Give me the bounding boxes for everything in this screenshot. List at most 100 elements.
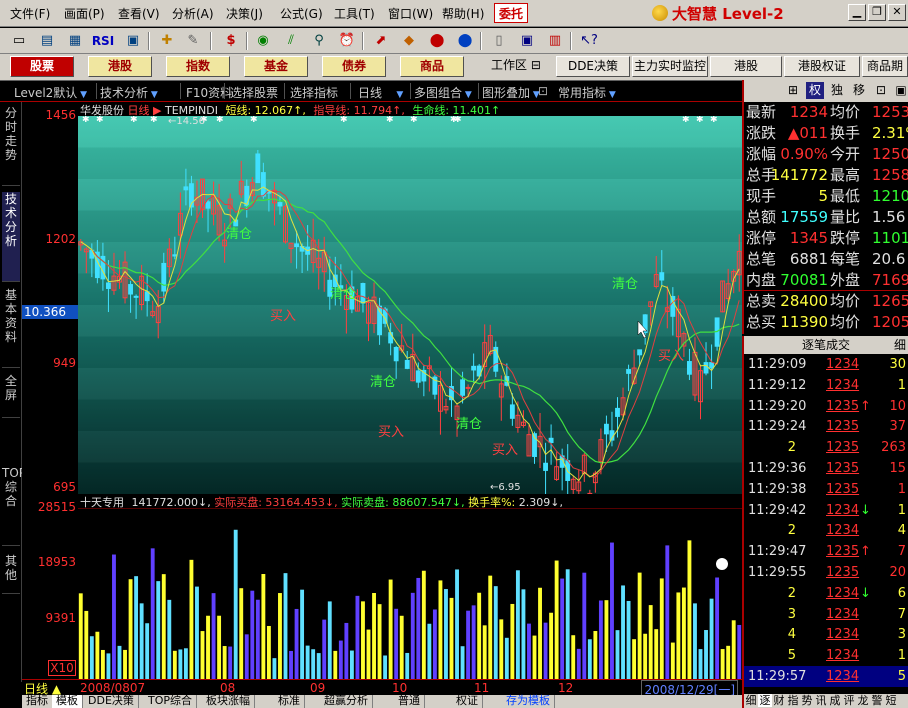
multi-chart-menu[interactable]: 多图组合 ▼ <box>414 84 472 101</box>
overlay-menu[interactable]: 图形叠加 ▼ <box>482 84 540 101</box>
hk-stock-button[interactable]: 港股 <box>710 56 782 77</box>
tick-row[interactable]: 3 1234 7 <box>744 604 908 625</box>
tab-super-win[interactable]: 超赢分析 <box>320 695 373 708</box>
f10-info-button[interactable]: F10资料 <box>186 84 232 101</box>
quote-tab-restore[interactable]: ⊡ <box>872 82 890 99</box>
window-icon[interactable]: ▣ <box>516 31 538 51</box>
tick-row[interactable]: 2 1235 263 <box>744 437 908 458</box>
kline-icon[interactable]: ▤ <box>36 31 58 51</box>
indicator-icon[interactable]: ◉ <box>252 31 274 51</box>
tick-row[interactable]: 4 1234 3 <box>744 624 908 645</box>
tab-other[interactable]: 其他 <box>2 554 20 594</box>
tick-row[interactable]: 11:29:12 1234 1 <box>744 375 908 396</box>
workspace-dropdown-icon[interactable]: ⊟ <box>531 58 541 72</box>
market-index-button[interactable]: 指数 <box>166 56 230 77</box>
tab-fullscreen[interactable]: 全屏 <box>2 374 20 418</box>
tick-row[interactable]: 5 1234 1 <box>744 645 908 666</box>
workspace-label[interactable]: 工作区 ⊟ <box>478 56 554 77</box>
tab-template[interactable]: 模板 <box>52 695 83 708</box>
market-commodity-button[interactable]: 商品 <box>400 56 464 77</box>
right-bottom-tab[interactable]: 讯 <box>814 694 828 707</box>
window-icon[interactable]: ▣ <box>122 31 144 51</box>
tab-standard[interactable]: 标准 <box>274 695 305 708</box>
tick-row[interactable]: 11:29:38 1235 1 <box>744 479 908 500</box>
tab-top-overview[interactable]: TOP综合 <box>144 695 198 708</box>
tab-indicator[interactable]: 指标 <box>22 695 53 708</box>
signal-icon[interactable]: ⫽ <box>280 31 302 51</box>
table-icon[interactable]: ▦ <box>64 31 86 51</box>
tick-row[interactable]: 11:29:47 1235 ↑ 7 <box>744 541 908 562</box>
tick-detail-button[interactable]: 细 <box>894 336 906 354</box>
tick-row[interactable]: 11:29:55 1235 20 <box>744 562 908 583</box>
portfolio-icon[interactable]: ⬈ <box>370 31 392 51</box>
menu-decision[interactable]: 决策(J) <box>226 5 263 22</box>
tab-tech-analysis[interactable]: 技术分析 <box>2 192 20 282</box>
bars-icon[interactable]: ▥ <box>544 31 566 51</box>
menu-formula[interactable]: 公式(G) <box>280 5 323 22</box>
quote-tab-grid[interactable]: ⊞ <box>784 82 802 99</box>
period-select[interactable]: 日线 ▼ <box>358 84 403 101</box>
tech-analysis-menu[interactable]: 技术分析 ▼ <box>100 84 158 101</box>
right-bottom-tab[interactable]: 指 <box>786 694 800 707</box>
tick-row[interactable]: 11:29:36 1235 15 <box>744 458 908 479</box>
market-bond-button[interactable]: 债券 <box>322 56 386 77</box>
quote-tab-max[interactable]: ▣ <box>892 82 908 99</box>
tick-row[interactable]: 2 1234 4 <box>744 520 908 541</box>
main-force-monitor-button[interactable]: 主力实时监控 <box>632 56 708 77</box>
commodity-futures-button[interactable]: 商品期 <box>862 56 908 77</box>
alarm-icon[interactable]: ⏰ <box>336 31 358 51</box>
quote-tab-move[interactable]: 移 <box>850 82 868 99</box>
tab-dde-decision[interactable]: DDE决策 <box>84 695 139 708</box>
news-icon[interactable]: ⬤ <box>454 31 476 51</box>
menu-window[interactable]: 窗口(W) <box>388 5 433 22</box>
menu-screen[interactable]: 画面(P) <box>64 5 105 22</box>
right-bottom-tab[interactable]: 势 <box>800 694 814 707</box>
right-bottom-tab[interactable]: 财 <box>772 694 786 707</box>
select-indicator-button[interactable]: 选择指标 <box>290 84 338 101</box>
right-bottom-tab[interactable]: 龙 <box>856 694 870 707</box>
rsi-icon[interactable]: RSI <box>90 31 116 51</box>
help-icon[interactable]: ↖? <box>578 31 600 51</box>
notes-icon[interactable]: ▯ <box>488 31 510 51</box>
ruler-icon[interactable]: ✎ <box>182 31 204 51</box>
diamond-icon[interactable]: ◆ <box>398 31 420 51</box>
tick-row[interactable]: 11:29:57 1234 5 <box>744 666 908 687</box>
tab-basic-info[interactable]: 基本资料 <box>2 288 20 368</box>
common-indicator-menu[interactable]: 常用指标 ▼ <box>558 84 616 101</box>
market-hk-button[interactable]: 港股 <box>88 56 152 77</box>
dollar-icon[interactable]: $ <box>220 31 242 51</box>
right-bottom-tab[interactable]: 短 <box>884 694 898 707</box>
menu-help[interactable]: 帮助(H) <box>442 5 484 22</box>
select-stock-button[interactable]: 选择股票 <box>230 84 278 101</box>
dde-decision-button[interactable]: DDE决策 <box>556 56 630 77</box>
binoculars-icon[interactable]: ⚲ <box>308 31 330 51</box>
market-fund-button[interactable]: 基金 <box>244 56 308 77</box>
open-icon[interactable]: ▭ <box>8 31 30 51</box>
tab-top-overview[interactable]: TOP综合 <box>2 466 26 546</box>
tab-warrant[interactable]: 权证 <box>452 695 483 708</box>
menu-file[interactable]: 文件(F) <box>10 5 50 22</box>
tick-row[interactable]: 11:29:42 1234 ↓ 1 <box>744 500 908 521</box>
quote-tab-independent[interactable]: 独 <box>828 82 846 99</box>
right-bottom-tab[interactable]: 细 <box>744 694 758 707</box>
tab-normal[interactable]: 普通 <box>394 695 425 708</box>
tick-row[interactable]: 2 1234 ↓ 6 <box>744 583 908 604</box>
tick-row[interactable]: 11:29:20 1235 ↑ 10 <box>744 396 908 417</box>
menu-view[interactable]: 查看(V) <box>118 5 160 22</box>
volume-chart[interactable] <box>78 508 742 679</box>
weituo-button[interactable]: 委托 <box>494 3 529 23</box>
menu-tools[interactable]: 工具(T) <box>334 5 375 22</box>
right-bottom-tab[interactable]: 成 <box>828 694 842 707</box>
restore-button[interactable]: ❐ <box>868 4 886 21</box>
right-bottom-tab[interactable]: 警 <box>870 694 884 707</box>
tick-row[interactable]: 11:29:24 1235 37 <box>744 416 908 437</box>
tab-save-template[interactable]: 存为模板 <box>502 695 555 708</box>
tick-row[interactable]: 11:29:09 1234 30 <box>744 354 908 375</box>
menu-analysis[interactable]: 分析(A) <box>172 5 214 22</box>
crosshair-icon[interactable]: ✚ <box>156 31 178 51</box>
tab-intraday[interactable]: 分时走势 <box>2 106 20 186</box>
quote-tab-weight[interactable]: 权 <box>806 82 824 99</box>
market-stock-button[interactable]: 股票 <box>10 56 74 77</box>
hk-warrant-button[interactable]: 港股权证 <box>784 56 860 77</box>
tab-sector-gain[interactable]: 板块涨幅 <box>202 695 255 708</box>
